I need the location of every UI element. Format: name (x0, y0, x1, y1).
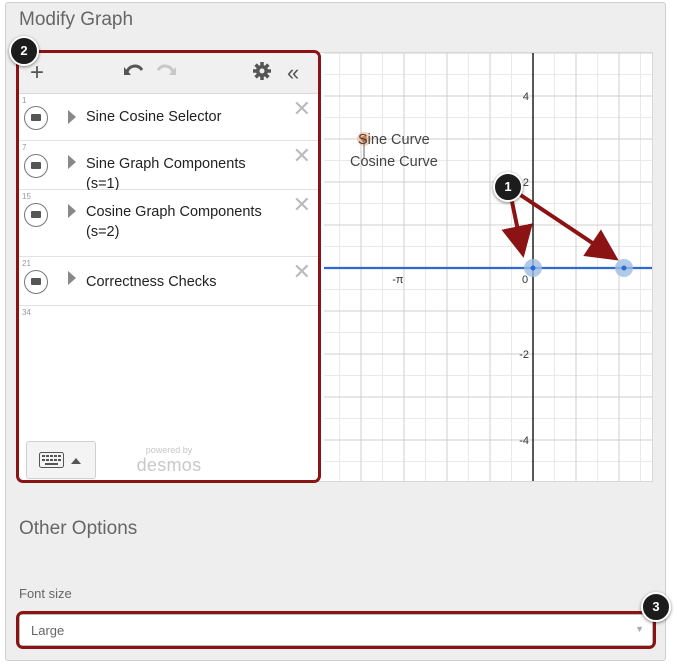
callout-badge-1: 1 (493, 172, 523, 202)
callout-badge-3: 3 (641, 592, 671, 622)
callout-arrows (501, 190, 619, 261)
callout-arrow (514, 190, 619, 261)
callout-highlight-select (16, 611, 656, 649)
other-options-title: Other Options (19, 518, 138, 539)
font-size-label: Font size (19, 586, 72, 601)
